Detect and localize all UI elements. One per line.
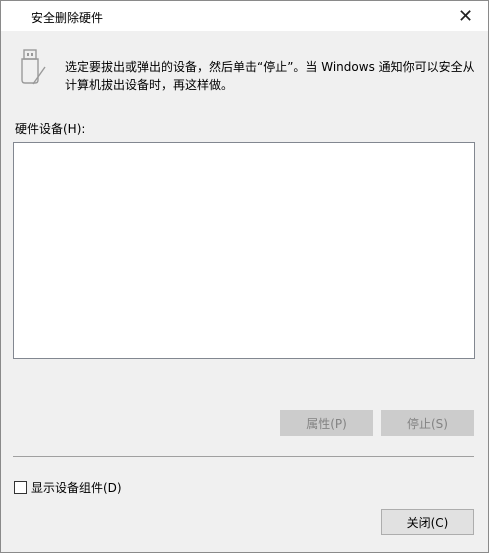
window-title: 安全删除硬件 xyxy=(31,11,104,25)
instruction-text: 选定要拔出或弹出的设备，然后单击“停止”。当 Windows 通知你可以安全从计… xyxy=(65,60,475,92)
show-components-label: 显示设备组件(D) xyxy=(31,481,122,495)
hardware-device-list[interactable] xyxy=(13,142,475,359)
close-icon[interactable]: ✕ xyxy=(443,1,488,31)
safely-remove-hardware-dialog: 安全删除硬件 ✕ 选定要拔出或弹出的设备，然后单击“停止”。当 Windows … xyxy=(0,0,489,553)
separator xyxy=(13,456,474,457)
close-button[interactable]: 关闭(C) xyxy=(381,509,474,535)
usb-drive-icon xyxy=(21,49,46,85)
show-components-checkbox[interactable] xyxy=(14,481,27,494)
stop-button[interactable]: 停止(S) xyxy=(381,410,474,436)
properties-button[interactable]: 属性(P) xyxy=(280,410,373,436)
show-components-option[interactable]: 显示设备组件(D) xyxy=(14,479,122,496)
hardware-devices-label: 硬件设备(H): xyxy=(15,122,86,136)
title-bar: 安全删除硬件 ✕ xyxy=(1,1,488,31)
